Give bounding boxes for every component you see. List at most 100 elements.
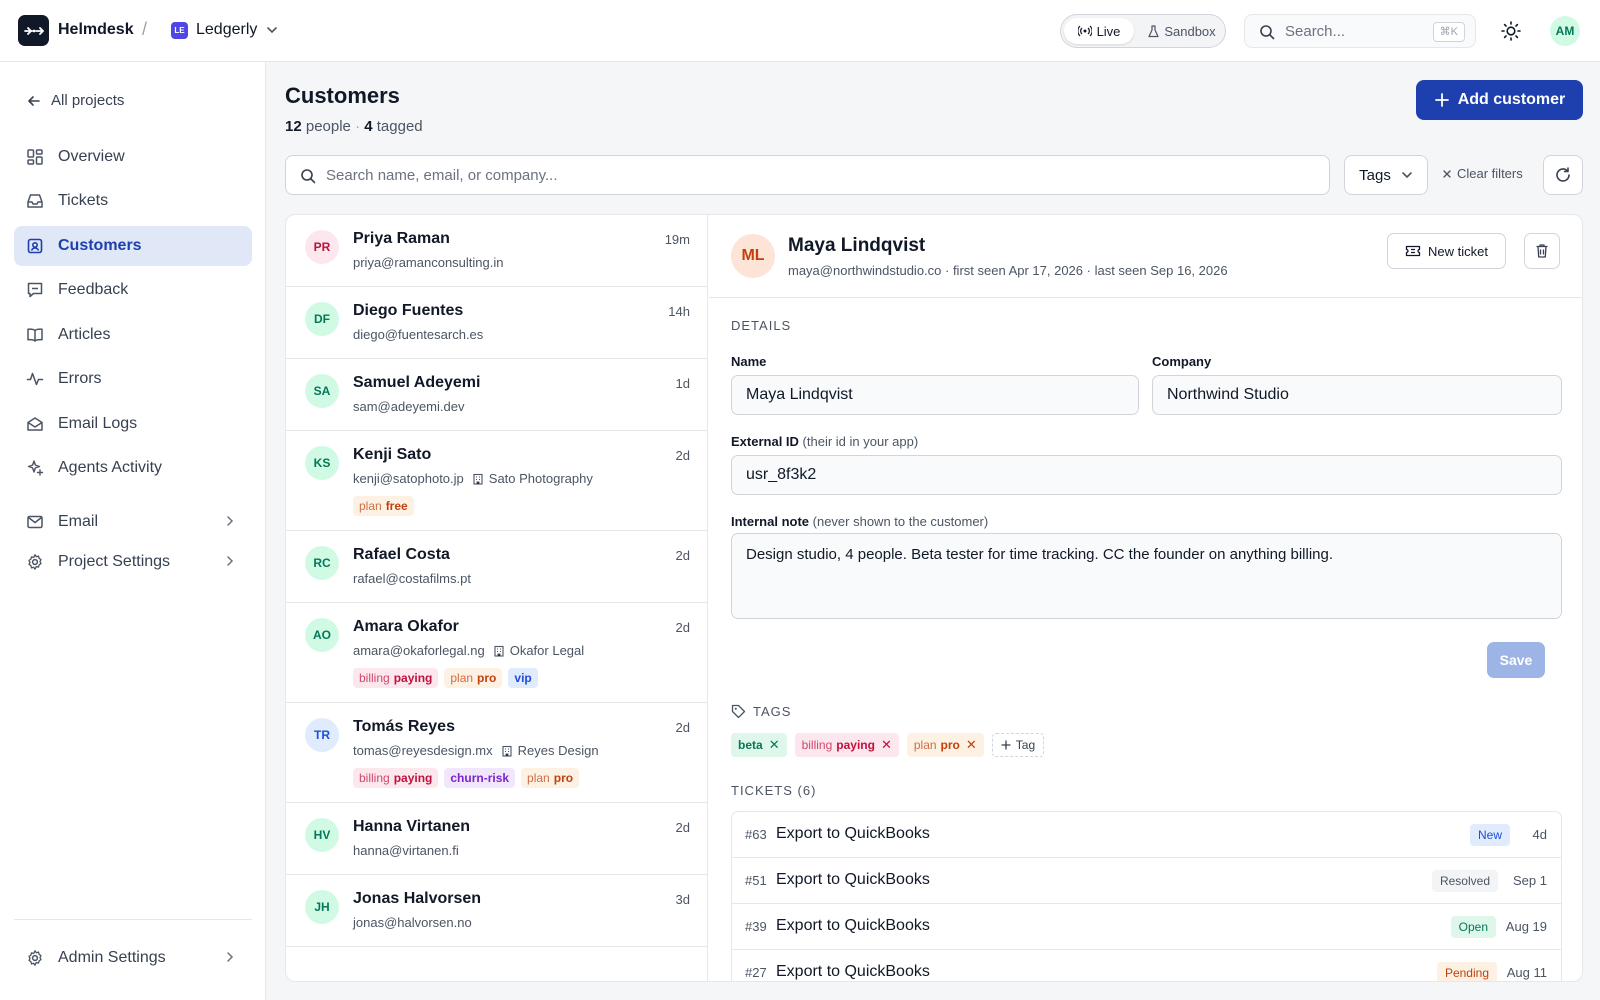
new-ticket-button[interactable]: New ticket xyxy=(1387,233,1506,269)
ticket-title: Export to QuickBooks xyxy=(776,871,930,888)
env-sandbox-button[interactable]: Sandbox xyxy=(1141,18,1223,44)
customer-tags: billing paying plan pro vip xyxy=(353,668,538,688)
customer-avatar: DF xyxy=(305,302,339,336)
customer-row[interactable] xyxy=(286,947,707,981)
logo-arrows-icon xyxy=(23,26,44,35)
sidebar-item-label: Articles xyxy=(58,326,111,343)
global-search[interactable]: Search... ⌘K xyxy=(1244,14,1476,48)
message-icon xyxy=(27,282,43,298)
user-avatar[interactable]: AM xyxy=(1550,16,1580,46)
tagged-count: 4 xyxy=(364,118,373,135)
customer-avatar: JH xyxy=(305,890,339,924)
sidebar-item-overview[interactable]: Overview xyxy=(14,137,252,177)
add-tag-button[interactable]: Tag xyxy=(991,733,1045,757)
ticket-title: Export to QuickBooks xyxy=(776,825,930,842)
ticket-date: Aug 11 xyxy=(1506,965,1547,980)
top-bar: Helmdesk / LE Ledgerly Live Sandbox Sear… xyxy=(0,0,1600,62)
add-tag-label: Tag xyxy=(1015,738,1036,752)
customer-row[interactable]: DF Diego Fuentes 14h diego@fuentesarch.e… xyxy=(286,287,707,359)
clear-filters-button[interactable]: Clear filters xyxy=(1442,166,1523,181)
customer-row[interactable]: JH Jonas Halvorsen 3d jonas@halvorsen.no xyxy=(286,875,707,947)
customer-row[interactable]: AO Amara Okafor 2d amara@okaforlegal.ng … xyxy=(286,603,707,703)
customer-last-seen: 2d xyxy=(675,620,690,635)
sidebar-item-agents-activity[interactable]: Agents Activity xyxy=(14,448,252,488)
ticket-date: Aug 19 xyxy=(1505,919,1547,934)
sidebar-item-project-settings[interactable]: Project Settings xyxy=(14,542,252,582)
external-id-field[interactable]: usr_8f3k2 xyxy=(731,455,1562,495)
chevron-down-icon xyxy=(1402,172,1412,179)
mail-icon xyxy=(27,515,43,529)
ticket-status-badge: Resolved xyxy=(1431,870,1498,892)
sidebar-item-admin-settings[interactable]: Admin Settings xyxy=(14,938,252,978)
sidebar-item-label: Email xyxy=(58,513,99,530)
tickets-section-label: TICKETS (6) xyxy=(731,783,817,798)
remove-tag-icon[interactable]: ✕ xyxy=(966,737,977,753)
global-search-placeholder: Search... xyxy=(1285,23,1346,40)
search-icon xyxy=(1260,25,1275,40)
internal-note-field[interactable]: Design studio, 4 people. Beta tester for… xyxy=(731,533,1562,619)
customer-row[interactable]: RC Rafael Costa 2d rafael@costafilms.pt xyxy=(286,531,707,603)
sidebar-item-customers[interactable]: Customers xyxy=(14,226,252,266)
customer-name: Priya Raman xyxy=(353,230,450,247)
customer-row[interactable]: KS Kenji Sato 2d kenji@satophoto.jp Sato… xyxy=(286,431,707,531)
refresh-button[interactable] xyxy=(1543,155,1583,195)
sidebar-item-label: Agents Activity xyxy=(58,459,163,476)
inbox-icon xyxy=(27,194,43,208)
customer-avatar: AO xyxy=(305,618,339,652)
customer-email: kenji@satophoto.jp Sato Photography xyxy=(353,471,593,486)
sidebar-item-articles[interactable]: Articles xyxy=(14,315,252,355)
customer-company: Okafor Legal xyxy=(493,643,584,658)
add-customer-button[interactable]: Add customer xyxy=(1416,80,1583,120)
environment-toggle: Live Sandbox xyxy=(1060,14,1226,48)
ticket-row[interactable]: #39 Export to QuickBooks Open Aug 19 xyxy=(732,904,1561,950)
customer-email: amara@okaforlegal.ng Okafor Legal xyxy=(353,643,585,658)
ticket-number: #51 xyxy=(745,873,767,888)
ticket-list: #63 Export to QuickBooks New 4d #51 Expo… xyxy=(731,811,1562,981)
sun-icon[interactable] xyxy=(1498,18,1524,44)
clear-filters-label: Clear filters xyxy=(1457,166,1523,181)
delete-customer-button[interactable] xyxy=(1524,233,1560,269)
sidebar: All projects Overview Tickets Customers … xyxy=(0,62,266,1000)
sidebar-item-tickets[interactable]: Tickets xyxy=(14,181,252,221)
sidebar-item-errors[interactable]: Errors xyxy=(14,359,252,399)
ticket-row[interactable]: #27 Export to QuickBooks Pending Aug 11 xyxy=(732,950,1561,981)
env-live-button[interactable]: Live xyxy=(1064,18,1134,44)
company-field[interactable]: Northwind Studio xyxy=(1152,375,1562,415)
flask-icon xyxy=(1148,24,1159,37)
all-projects-link[interactable]: All projects xyxy=(26,92,124,109)
sidebar-item-label: Project Settings xyxy=(58,553,171,570)
remove-tag-icon[interactable]: ✕ xyxy=(881,737,892,753)
sidebar-item-feedback[interactable]: Feedback xyxy=(14,270,252,310)
ticket-title: Export to QuickBooks xyxy=(776,917,930,934)
tags-filter-dropdown[interactable]: Tags xyxy=(1344,155,1428,195)
building-icon xyxy=(473,473,483,485)
building-icon xyxy=(494,645,504,657)
plus-icon xyxy=(1001,740,1011,750)
save-button[interactable]: Save xyxy=(1487,642,1545,678)
refresh-icon xyxy=(1556,167,1570,182)
ticket-date: Sep 1 xyxy=(1513,873,1547,888)
customer-avatar: TR xyxy=(305,718,339,752)
chevron-down-icon[interactable] xyxy=(266,24,278,36)
search-shortcut: ⌘K xyxy=(1432,22,1465,42)
sidebar-item-email-logs[interactable]: Email Logs xyxy=(14,404,252,444)
customer-detail-name: Maya Lindqvist xyxy=(788,235,926,256)
ticket-row[interactable]: #51 Export to QuickBooks Resolved Sep 1 xyxy=(732,858,1561,904)
customer-row[interactable]: SA Samuel Adeyemi 1d sam@adeyemi.dev xyxy=(286,359,707,431)
app-logo[interactable] xyxy=(18,15,49,46)
customer-search-input[interactable]: Search name, email, or company... xyxy=(285,155,1330,195)
customer-avatar: HV xyxy=(305,818,339,852)
name-field-label: Name xyxy=(731,354,767,369)
ticket-row[interactable]: #63 Export to QuickBooks New 4d xyxy=(732,812,1561,858)
sidebar-item-email[interactable]: Email xyxy=(14,502,252,542)
customer-row[interactable]: PR Priya Raman 19m priya@ramanconsulting… xyxy=(286,215,707,287)
customer-row[interactable]: HV Hanna Virtanen 2d hanna@virtanen.fi xyxy=(286,803,707,875)
customer-row[interactable]: TR Tomás Reyes 2d tomas@reyesdesign.mx R… xyxy=(286,703,707,803)
customer-last-seen: 2d xyxy=(675,820,690,835)
brand-name[interactable]: Helmdesk xyxy=(58,21,134,39)
project-switcher[interactable]: Ledgerly xyxy=(196,21,257,39)
name-field[interactable]: Maya Lindqvist xyxy=(731,375,1139,415)
grid-icon xyxy=(27,149,43,165)
ticket-status-badge: New xyxy=(1469,824,1510,846)
remove-tag-icon[interactable]: ✕ xyxy=(769,737,780,753)
